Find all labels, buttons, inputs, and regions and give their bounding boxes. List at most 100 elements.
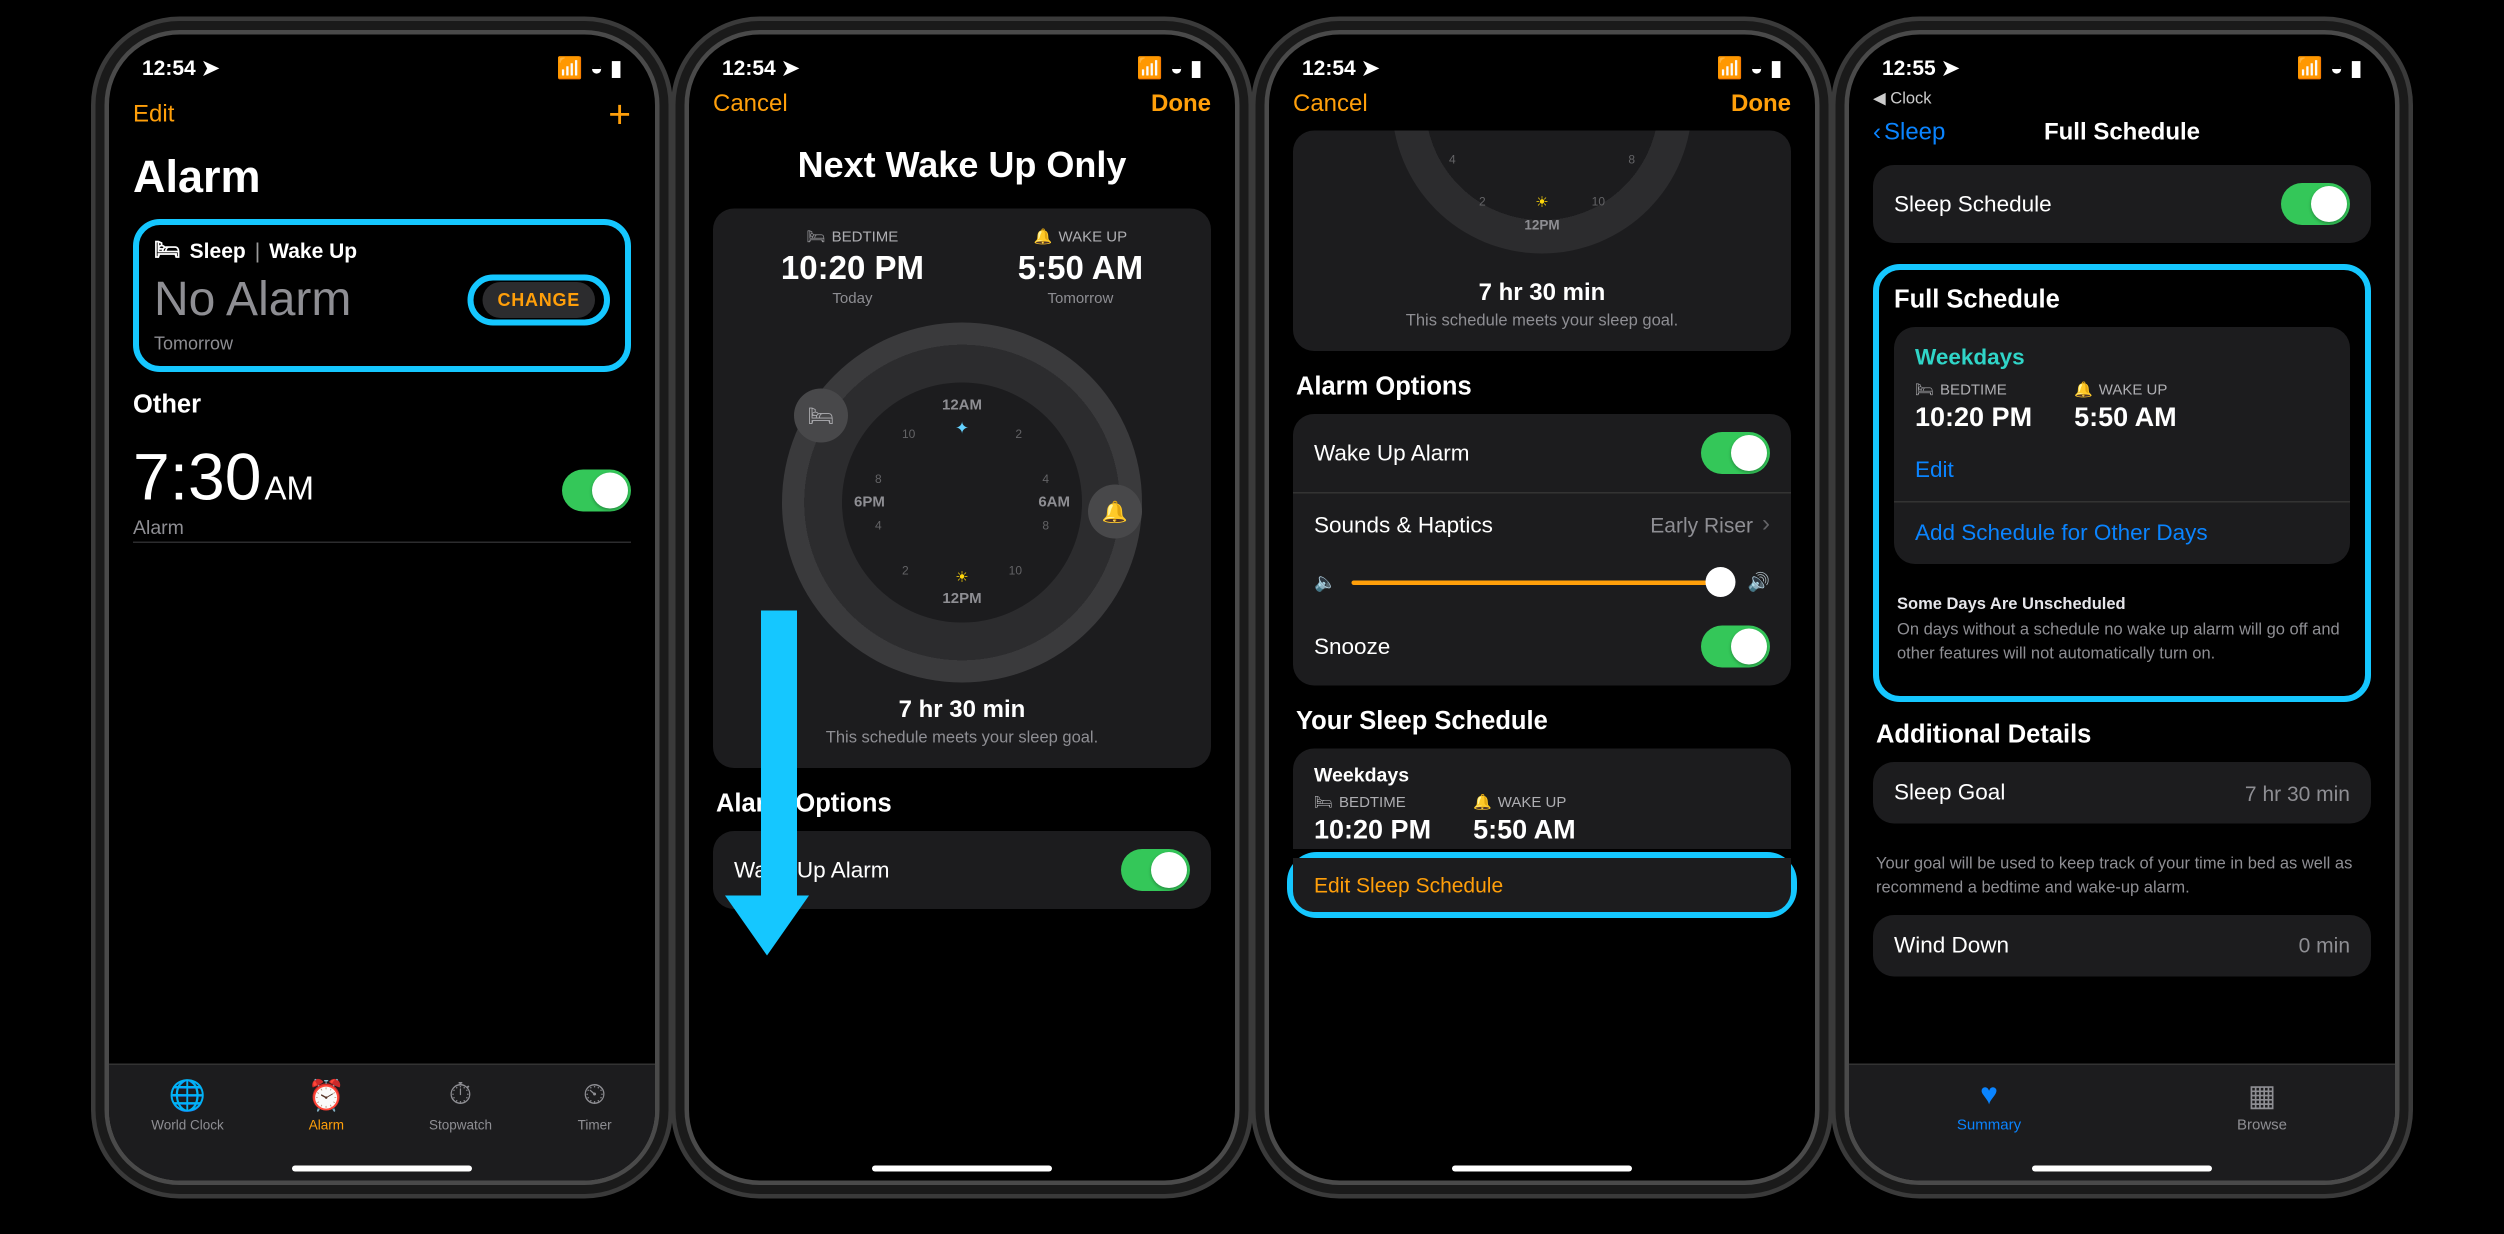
tab-summary[interactable]: ♥Summary	[1957, 1077, 2021, 1181]
sleep-goal-note: This schedule meets your sleep goal.	[1314, 312, 1770, 330]
cancel-button[interactable]: Cancel	[713, 92, 788, 119]
home-indicator[interactable]	[292, 1166, 472, 1172]
additional-details-header: Additional Details	[1876, 720, 2368, 750]
grid-icon: ▦	[2244, 1077, 2280, 1113]
timer-icon: ⏲	[577, 1077, 613, 1113]
location-icon: ➤	[202, 55, 220, 81]
page-title: Next Wake Up Only	[713, 146, 1211, 188]
bed-icon: 🛏	[1314, 795, 1333, 812]
stars-icon: ✦	[955, 419, 969, 439]
change-button[interactable]: CHANGE	[482, 281, 595, 317]
heart-icon: ♥	[1971, 1077, 2007, 1113]
breadcrumb-back-to-clock[interactable]: ◀︎ Clock	[1873, 86, 2371, 112]
done-button[interactable]: Done	[1731, 92, 1791, 119]
edit-schedule-button[interactable]: Edit	[1915, 449, 2329, 484]
tab-browse[interactable]: ▦Browse	[2237, 1077, 2287, 1181]
bedtime-knob[interactable]: 🛏	[794, 389, 848, 443]
bed-icon: 🛏	[1915, 383, 1934, 400]
wind-down-row[interactable]: Wind Down 0 min	[1873, 915, 2371, 977]
sun-icon: ☀	[1535, 195, 1548, 212]
bed-icon: 🛏	[807, 230, 826, 247]
phone-4-full-schedule: 12:55➤ 📶◒▮ ◀︎ Clock ‹Sleep Full Schedule…	[1845, 30, 2400, 1185]
goal-footnote: Your goal will be used to keep track of …	[1873, 845, 2371, 915]
page-title: Alarm	[133, 153, 631, 204]
wakeup-knob[interactable]: 🔔	[1088, 485, 1142, 539]
sleep-schedule-row: Sleep Schedule	[1873, 165, 2371, 243]
other-header: Other	[133, 390, 631, 420]
notch	[827, 35, 1097, 77]
sleep-wakeup-card-highlight: 🛏 Sleep | Wake Up No Alarm CHANGE Tomorr…	[133, 219, 631, 372]
volume-slider[interactable]	[1351, 580, 1732, 585]
add-alarm-button[interactable]: +	[608, 92, 631, 139]
alarm-sublabel: Alarm	[133, 516, 314, 539]
sleep-schedule-toggle[interactable]	[2281, 183, 2350, 225]
bedtime-value: 10:20 PM	[781, 249, 924, 288]
home-indicator[interactable]	[872, 1166, 1052, 1172]
chevron-right-icon: ›	[1762, 512, 1770, 539]
signal-icon: 📶	[1717, 55, 1743, 81]
stopwatch-icon: ⏱	[443, 1077, 479, 1113]
alarm-row[interactable]: 7:30AM Alarm	[133, 432, 631, 543]
edit-sleep-schedule-highlight: Edit Sleep Schedule	[1287, 852, 1797, 918]
cancel-button[interactable]: Cancel	[1293, 92, 1368, 119]
tutorial-arrow-icon	[749, 611, 809, 956]
done-button[interactable]: Done	[1151, 92, 1211, 119]
battery-icon: ▮	[1770, 55, 1782, 81]
full-schedule-header: Full Schedule	[1894, 285, 2350, 315]
weekdays-schedule-row[interactable]: Weekdays 🛏BEDTIME 10:20 PM 🔔WAKE UP 5:50…	[1894, 327, 2350, 501]
wake-up-alarm-toggle[interactable]	[1121, 849, 1190, 891]
no-alarm-label: No Alarm	[154, 272, 351, 328]
wifi-icon: ◒	[590, 56, 603, 80]
edit-button[interactable]: Edit	[133, 101, 174, 128]
schedule-name: Weekdays	[1314, 764, 1770, 787]
bed-icon: 🛏	[154, 237, 181, 263]
wake-up-alarm-toggle[interactable]	[1701, 432, 1770, 474]
tab-bar: ♥Summary ▦Browse	[1849, 1064, 2395, 1181]
notch	[247, 35, 517, 77]
clock-time: 12:54	[1302, 56, 1356, 80]
back-button[interactable]: ‹Sleep	[1873, 120, 1945, 147]
battery-icon: ▮	[1190, 55, 1202, 81]
your-sleep-schedule-header: Your Sleep Schedule	[1296, 707, 1788, 737]
wake-up-alarm-row: Wake Up Alarm	[1293, 414, 1791, 492]
tab-bar: 🌐World Clock ⏰Alarm ⏱Stopwatch ⏲Timer	[109, 1064, 655, 1181]
tab-world-clock[interactable]: 🌐World Clock	[151, 1077, 224, 1181]
sleep-dial[interactable]: 12AM 6AM 12PM 6PM ✦ ☀ 10 2 8 4 4 8 2 10 …	[782, 323, 1142, 683]
tomorrow-label: Tomorrow	[154, 333, 610, 354]
signal-icon: 📶	[1137, 55, 1163, 81]
speaker-high-icon: 🔊	[1748, 572, 1770, 593]
schedule-card: Weekdays 🛏BEDTIME 10:20 PM 🔔WAKE UP 5:50…	[1293, 749, 1791, 850]
sun-icon: ☀	[955, 570, 968, 587]
alarm-options-header: Alarm Options	[1296, 372, 1788, 402]
bell-icon: 🔔	[1473, 795, 1492, 812]
unscheduled-footnote: Some Days Are Unscheduled On days withou…	[1894, 585, 2350, 681]
bedtime-block: 🛏BEDTIME 10:20 PM Today	[781, 230, 924, 308]
signal-icon: 📶	[2297, 55, 2323, 81]
home-indicator[interactable]	[2032, 1166, 2212, 1172]
sleep-goal-row[interactable]: Sleep Goal 7 hr 30 min	[1873, 762, 2371, 824]
nav-title: Full Schedule	[2044, 120, 2200, 147]
chevron-left-icon: ‹	[1873, 120, 1881, 147]
add-schedule-button[interactable]: Add Schedule for Other Days	[1894, 501, 2350, 564]
clock-time: 12:54	[142, 56, 196, 80]
clock-time: 12:54	[722, 56, 776, 80]
sleep-dial[interactable]: ☀ 12PM 2 10 4 8	[1392, 131, 1692, 254]
location-icon: ➤	[782, 55, 800, 81]
notch	[1407, 35, 1677, 77]
tab-timer[interactable]: ⏲Timer	[577, 1077, 613, 1181]
notch	[1987, 35, 2257, 77]
sounds-haptics-row[interactable]: Sounds & Haptics Early Riser›	[1293, 492, 1791, 557]
alarm-time: 7:30	[133, 441, 261, 516]
alarm-clock-icon: ⏰	[308, 1077, 344, 1113]
alarm-toggle[interactable]	[562, 469, 631, 511]
wifi-icon: ◒	[2330, 56, 2343, 80]
edit-sleep-schedule-button[interactable]: Edit Sleep Schedule	[1293, 858, 1791, 912]
wakeup-value: 5:50 AM	[1018, 249, 1143, 288]
schedule-dial-card: ☀ 12PM 2 10 4 8 7 hr 30 min This schedul…	[1293, 131, 1791, 352]
snooze-toggle[interactable]	[1701, 626, 1770, 668]
phone-1-alarm-list: 12:54➤ 📶◒▮ Edit + Alarm 🛏 Sleep | Wake U…	[105, 30, 660, 1185]
home-indicator[interactable]	[1452, 1166, 1632, 1172]
alarm-ampm: AM	[264, 470, 314, 509]
phone-3-alarm-options: 12:54➤ 📶◒▮ Cancel Done ☀ 12PM 2 10 4 8 7…	[1265, 30, 1820, 1185]
wifi-icon: ◒	[1170, 56, 1183, 80]
